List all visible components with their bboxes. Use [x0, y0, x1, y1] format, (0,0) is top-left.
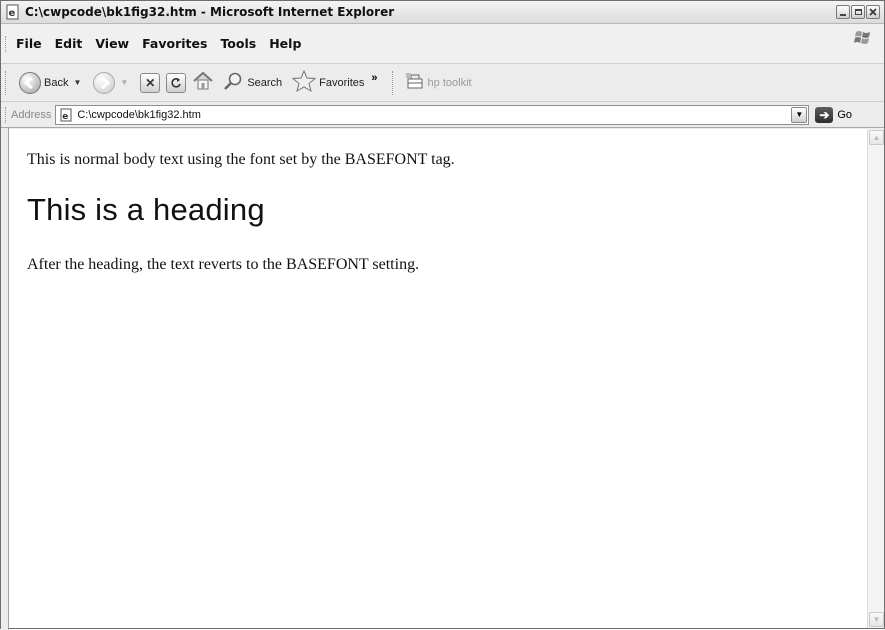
favorites-label: Favorites — [319, 76, 365, 89]
maximize-button[interactable] — [851, 5, 865, 19]
menu-edit[interactable]: Edit — [55, 36, 83, 51]
hp-toolkit-button[interactable]: hp toolkit — [402, 69, 475, 97]
go-button[interactable]: ➔ Go — [815, 106, 853, 123]
stop-icon: ✕ — [140, 72, 161, 93]
scroll-up-button[interactable]: ▲ — [869, 130, 884, 145]
title-bar: e C:\cwpcode\bk1fig32.htm - Microsoft In… — [1, 1, 884, 24]
hp-toolkit-label: hp toolkit — [427, 76, 472, 89]
search-label: Search — [247, 76, 283, 89]
body-paragraph-1: This is normal body text using the font … — [27, 151, 455, 168]
svg-text:e: e — [9, 8, 16, 19]
standard-toolbar: Back ▼ ▼ ✕ Search Favorites » hp toolkit — [1, 64, 884, 102]
windows-flag-icon — [854, 29, 872, 45]
address-value: C:\cwpcode\bk1fig32.htm — [77, 108, 201, 121]
page-heading: This is a heading — [27, 192, 265, 227]
close-button[interactable] — [866, 5, 880, 19]
address-input[interactable]: e C:\cwpcode\bk1fig32.htm ▼ — [55, 104, 810, 125]
go-label: Go — [837, 108, 853, 121]
search-magnifier-icon — [222, 71, 244, 94]
home-button[interactable] — [189, 69, 217, 97]
toolbar-overflow-chevron[interactable]: » — [371, 72, 377, 84]
menu-grip[interactable] — [5, 35, 8, 52]
forward-dropdown-icon[interactable]: ▼ — [120, 78, 128, 87]
address-grip[interactable] — [5, 106, 8, 123]
home-icon — [192, 71, 214, 94]
page-content: This is normal body text using the font … — [9, 129, 867, 628]
toolbar-grip[interactable] — [5, 70, 8, 95]
toolbar-separator — [391, 70, 394, 95]
body-paragraph-2: After the heading, the text reverts to t… — [27, 256, 420, 273]
address-bar: Address e C:\cwpcode\bk1fig32.htm ▼ ➔ Go — [1, 102, 884, 128]
refresh-button[interactable] — [163, 69, 189, 97]
forward-arrow-icon — [93, 71, 116, 94]
minimize-button[interactable] — [836, 5, 850, 19]
ie-page-icon: e — [5, 4, 21, 20]
vertical-scrollbar[interactable]: ▲ ▼ — [867, 129, 884, 628]
address-label: Address — [11, 108, 52, 121]
back-button[interactable]: Back ▼ — [16, 69, 84, 97]
browser-window: e C:\cwpcode\bk1fig32.htm - Microsoft In… — [0, 0, 885, 630]
svg-text:e: e — [63, 112, 69, 122]
menu-help[interactable]: Help — [269, 36, 301, 51]
address-dropdown-icon[interactable]: ▼ — [791, 106, 808, 123]
favorites-star-icon — [291, 69, 317, 95]
menu-bar: File Edit View Favorites Tools Help — [1, 24, 884, 64]
menu-view[interactable]: View — [95, 36, 129, 51]
search-button[interactable]: Search — [219, 69, 285, 97]
close-icon — [869, 8, 877, 16]
menu-favorites[interactable]: Favorites — [142, 36, 207, 51]
back-label: Back — [44, 76, 69, 89]
hp-toolkit-icon — [405, 72, 425, 93]
back-arrow-icon — [19, 71, 41, 94]
menu-file[interactable]: File — [16, 36, 42, 51]
page-icon: e — [59, 108, 73, 122]
forward-button[interactable]: ▼ — [90, 69, 131, 97]
favorites-button[interactable]: Favorites — [289, 69, 367, 97]
refresh-icon — [166, 72, 187, 93]
window-controls — [836, 5, 880, 19]
back-dropdown-icon[interactable]: ▼ — [73, 78, 81, 87]
window-left-border — [1, 128, 9, 630]
go-arrow-icon: ➔ — [815, 106, 834, 123]
window-title: C:\cwpcode\bk1fig32.htm - Microsoft Inte… — [25, 5, 395, 19]
menu-tools[interactable]: Tools — [220, 36, 256, 51]
scroll-down-button[interactable]: ▼ — [869, 612, 884, 627]
stop-button[interactable]: ✕ — [137, 69, 163, 97]
